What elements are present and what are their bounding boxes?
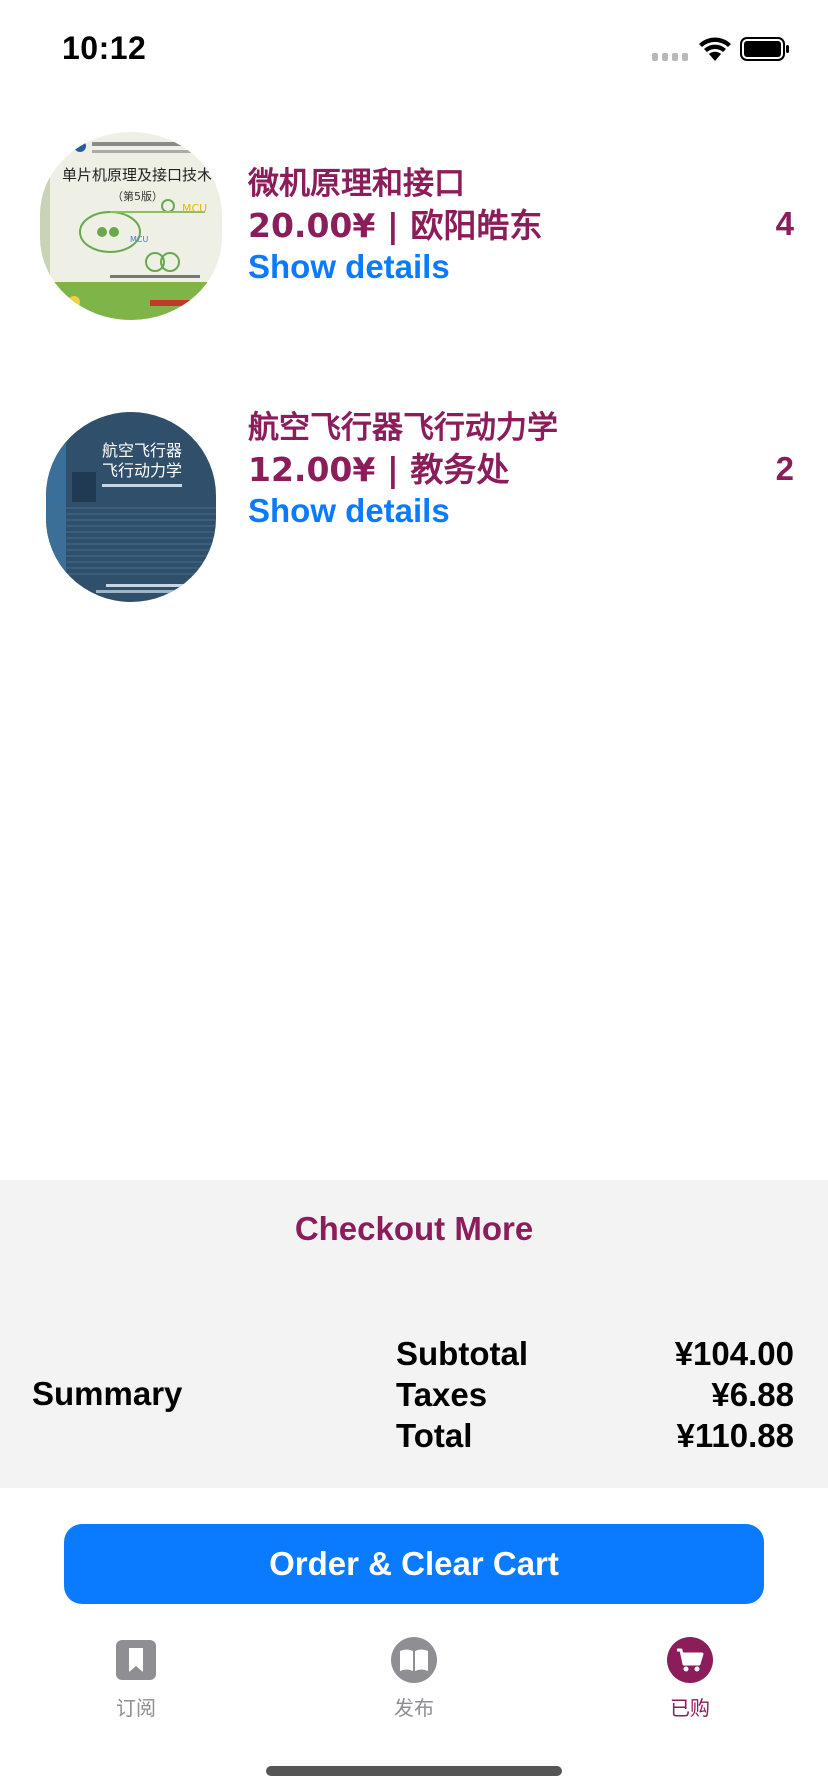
tab-label: 发布 [394,1696,434,1720]
order-clear-cart-button[interactable]: Order & Clear Cart [64,1524,764,1604]
item-quantity: 4 [775,205,794,242]
total-value: ¥110.88 [676,1417,794,1454]
subtotal-value: ¥104.00 [674,1335,794,1372]
cart-item[interactable]: 航空飞行器 飞行动力学 航空飞行器飞行动力学 12.00¥ | 教务处 Show… [0,390,828,670]
cart-icon [666,1636,714,1684]
tab-publish[interactable]: 发布 [334,1636,494,1721]
svg-text:航空飞行器: 航空飞行器 [102,441,182,460]
checkout-more-button[interactable]: Checkout More [0,1210,828,1248]
summary-label: Summary [32,1375,183,1412]
subtotal-label: Subtotal [396,1335,528,1372]
battery-icon [740,37,789,61]
summary-panel: Checkout More Summary Subtotal ¥104.00 T… [0,1180,828,1488]
tab-subscribe[interactable]: 订阅 [56,1636,216,1721]
svg-text:飞行动力学: 飞行动力学 [102,461,182,480]
tab-label: 已购 [670,1696,710,1720]
tab-purchased[interactable]: 已购 [610,1636,770,1721]
tab-label: 订阅 [116,1696,156,1720]
item-title: 微机原理和接口 [248,166,465,202]
taxes-label: Taxes [396,1376,488,1413]
show-details-link[interactable]: Show details [248,246,542,287]
subtotal-row: Subtotal ¥104.00 [396,1333,794,1374]
total-row: Total ¥110.88 [396,1415,794,1456]
item-info: 航空飞行器飞行动力学 12.00¥ | 教务处 Show details [248,408,558,531]
status-time: 10:12 [62,30,147,66]
book-cover-image: 单片机原理及接口技术 （第5版） MCU MCU [40,132,222,320]
book-cover-image: 航空飞行器 飞行动力学 [46,412,216,602]
total-label: Total [396,1417,473,1454]
svg-text:MCU: MCU [130,235,148,244]
cover-title-text: 单片机原理及接口技术 [62,166,212,184]
cellular-signal-icon [652,53,688,61]
item-info: 微机原理和接口 20.00¥ | 欧阳皓东 Show details [248,164,542,287]
cart-item[interactable]: 单片机原理及接口技术 （第5版） MCU MCU 微机原理和接口 20.00¥ … [0,110,828,390]
summary-rows: Subtotal ¥104.00 Taxes ¥6.88 Total ¥110.… [396,1333,794,1456]
bookmark-icon [112,1636,160,1684]
status-bar: 10:12 [0,0,828,100]
show-details-link[interactable]: Show details [248,490,558,531]
svg-text:（第5版）: （第5版） [112,189,163,203]
item-quantity: 2 [775,450,794,487]
item-price-seller: 12.00¥ | 教务处 [248,450,510,489]
item-price-seller: 20.00¥ | 欧阳皓东 [248,206,543,245]
tab-bar: 订阅 发布 已购 [0,1636,828,1726]
cart-list: 单片机原理及接口技术 （第5版） MCU MCU 微机原理和接口 20.00¥ … [0,110,828,670]
item-title: 航空飞行器飞行动力学 [248,410,558,446]
home-indicator[interactable] [266,1766,562,1776]
book-icon [390,1636,438,1684]
taxes-value: ¥6.88 [711,1376,794,1413]
svg-text:MCU: MCU [182,202,207,215]
wifi-icon [699,37,731,61]
taxes-row: Taxes ¥6.88 [396,1374,794,1415]
